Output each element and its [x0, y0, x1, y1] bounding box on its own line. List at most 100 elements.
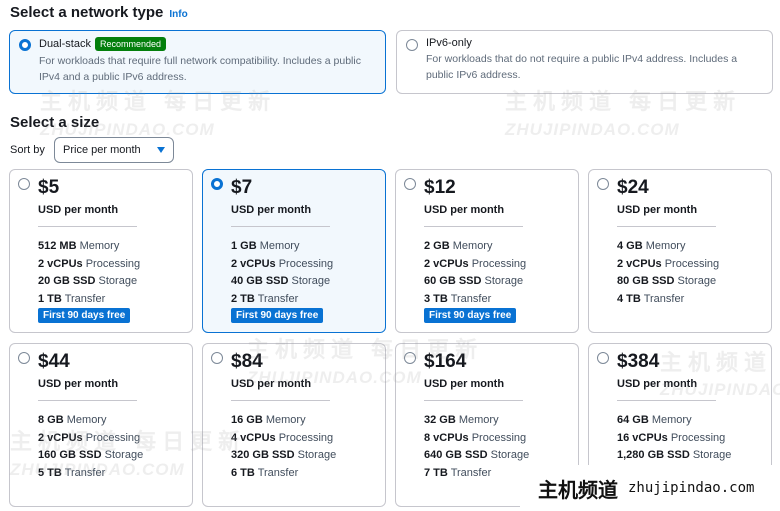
plan-radio[interactable] [597, 178, 609, 190]
plan-specs: 16 GB Memory 4 vCPUs Processing 320 GB SSD… [231, 412, 336, 482]
plan-cpus-value: 8 vCPUs [424, 431, 469, 444]
plan-cpus: 4 vCPUs Processing [231, 430, 336, 448]
plan-storage: 60 GB SSD Storage [424, 273, 526, 291]
plan-storage-label: Storage [484, 275, 524, 287]
plan-cpus-label: Processing [85, 257, 141, 270]
plan-transfer-label: Transfer [257, 466, 299, 479]
plan-period: USD per month [424, 204, 505, 216]
plan-transfer: 4 TB Transfer [617, 291, 719, 309]
radio-ipv6-only[interactable] [406, 39, 418, 51]
plan-cpus-value: 2 vCPUs [617, 257, 662, 270]
plan-memory-label: Memory [651, 414, 692, 426]
plan-cpus-value: 4 vCPUs [231, 431, 276, 444]
dual-stack-description: For workloads that require full network … [39, 55, 361, 83]
plan-storage: 80 GB SSD Storage [617, 273, 719, 291]
plan-transfer-value: 1 TB [38, 292, 62, 305]
plan-transfer-label: Transfer [257, 292, 299, 305]
plan-specs: 64 GB Memory 16 vCPUs Processing 1,280 GB … [617, 412, 731, 465]
plan-transfer: 3 TB Transfer [424, 291, 526, 309]
ipv6-only-label: IPv6-only [426, 37, 472, 49]
plan-cpus-label: Processing [670, 431, 726, 444]
caret-down-icon [157, 147, 165, 153]
plan-card[interactable]: $44 USD per month 8 GB Memory 2 vCPUs Proce… [9, 343, 193, 507]
plan-price: $24 [617, 177, 649, 198]
plan-period: USD per month [231, 204, 312, 216]
plan-divider [617, 226, 716, 227]
size-heading: Select a size [10, 114, 100, 131]
plan-storage: 40 GB SSD Storage [231, 273, 333, 291]
network-type-heading: Select a network type Info [10, 4, 188, 21]
plan-divider [38, 226, 137, 227]
plan-memory: 1 GB Memory [231, 238, 333, 256]
ipv6-only-description: For workloads that do not require a publ… [426, 53, 738, 81]
plan-card[interactable]: $7 USD per month 1 GB Memory 2 vCPUs Proces… [202, 169, 386, 333]
plan-transfer-value: 5 TB [38, 466, 62, 479]
plan-cpus: 2 vCPUs Processing [231, 256, 333, 274]
plan-cpus-value: 2 vCPUs [38, 257, 83, 270]
free-trial-badge: First 90 days free [424, 308, 517, 323]
info-link[interactable]: Info [169, 9, 187, 20]
plan-storage-label: Storage [291, 275, 331, 287]
plan-cpus: 2 vCPUs Processing [424, 256, 526, 274]
plan-card[interactable]: $84 USD per month 16 GB Memory 4 vCPUs Proc… [202, 343, 386, 507]
plan-memory-label: Memory [259, 240, 300, 252]
plan-transfer-label: Transfer [643, 292, 685, 305]
plan-radio[interactable] [211, 178, 223, 190]
plan-radio[interactable] [597, 352, 609, 364]
plan-storage: 160 GB SSD Storage [38, 447, 143, 465]
plan-specs: 8 GB Memory 2 vCPUs Processing 160 GB SSD … [38, 412, 143, 482]
plan-transfer: 7 TB Transfer [424, 465, 529, 483]
plan-memory: 2 GB Memory [424, 238, 526, 256]
plan-memory-label: Memory [265, 414, 306, 426]
plan-memory-label: Memory [452, 240, 493, 252]
dual-stack-label-row: Dual-stack Recommended [39, 37, 377, 51]
plan-memory-value: 64 GB [617, 414, 649, 426]
plan-storage: 1,280 GB SSD Storage [617, 447, 731, 465]
plan-cpus: 16 vCPUs Processing [617, 430, 731, 448]
radio-dual-stack[interactable] [19, 39, 31, 51]
sort-select[interactable]: Price per month [54, 137, 174, 163]
plan-cpus-label: Processing [664, 257, 720, 270]
plan-period: USD per month [231, 378, 312, 390]
plan-storage-value: 320 GB SSD [231, 449, 295, 461]
plan-storage-value: 80 GB SSD [617, 275, 675, 287]
plan-storage: 20 GB SSD Storage [38, 273, 140, 291]
plan-storage: 320 GB SSD Storage [231, 447, 336, 465]
plan-memory-value: 8 GB [38, 414, 64, 426]
plan-radio[interactable] [18, 178, 30, 190]
free-trial-badge: First 90 days free [231, 308, 324, 323]
plan-memory: 512 MB Memory [38, 238, 140, 256]
network-option-dual-stack[interactable]: Dual-stack Recommended For workloads tha… [9, 30, 386, 94]
plan-memory: 64 GB Memory [617, 412, 731, 430]
plan-memory-value: 16 GB [231, 414, 263, 426]
plan-divider [231, 226, 330, 227]
plan-transfer: 6 TB Transfer [231, 465, 336, 483]
plan-transfer-value: 2 TB [231, 292, 255, 305]
brand-zh: 主机频道 [538, 479, 618, 502]
plan-radio[interactable] [404, 178, 416, 190]
plan-cpus: 8 vCPUs Processing [424, 430, 529, 448]
plan-memory-label: Memory [645, 240, 686, 252]
plan-radio[interactable] [211, 352, 223, 364]
plan-card[interactable]: $5 USD per month 512 MB Memory 2 vCPUs Proc… [9, 169, 193, 333]
plan-card[interactable]: $12 USD per month 2 GB Memory 2 vCPUs Proce… [395, 169, 579, 333]
free-trial-badge: First 90 days free [38, 308, 131, 323]
plan-specs: 2 GB Memory 2 vCPUs Processing 60 GB SSD S… [424, 238, 526, 308]
plan-transfer-value: 7 TB [424, 466, 448, 479]
network-type-title: Select a network type [10, 4, 164, 21]
plan-storage-label: Storage [297, 449, 337, 461]
plan-cpus-value: 16 vCPUs [617, 431, 668, 444]
plan-radio[interactable] [404, 352, 416, 364]
recommended-badge: Recommended [94, 37, 166, 51]
plan-storage: 640 GB SSD Storage [424, 447, 529, 465]
plan-transfer: 1 TB Transfer [38, 291, 140, 309]
plan-price: $12 [424, 177, 456, 198]
plan-cpus-value: 2 vCPUs [38, 431, 83, 444]
plan-memory-value: 32 GB [424, 414, 456, 426]
plan-radio[interactable] [18, 352, 30, 364]
plan-storage-label: Storage [98, 275, 138, 287]
network-option-ipv6-only[interactable]: IPv6-only For workloads that do not requ… [396, 30, 773, 94]
plan-card[interactable]: $24 USD per month 4 GB Memory 2 vCPUs Proce… [588, 169, 772, 333]
plan-storage-value: 1,280 GB SSD [617, 449, 690, 461]
plan-transfer-label: Transfer [450, 466, 492, 479]
